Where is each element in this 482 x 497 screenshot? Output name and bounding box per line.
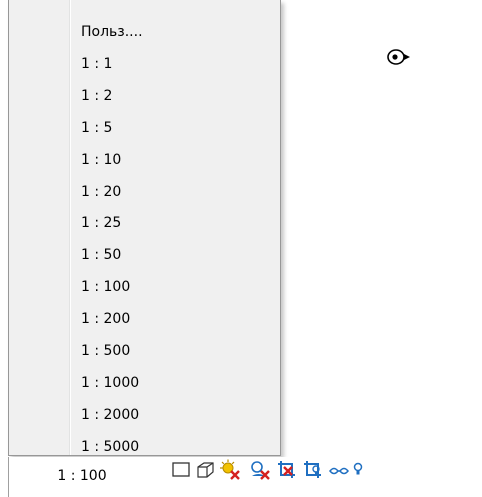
scale-menu-item[interactable]: 1 : 100	[71, 272, 277, 302]
detail-level-icon[interactable]	[170, 459, 192, 481]
scale-menu-item[interactable]: 1 : 2000	[71, 400, 277, 430]
scale-menu-item[interactable]: 1 : 1000	[71, 368, 277, 398]
temporary-hide-icon[interactable]	[328, 459, 350, 481]
status-bar-edge	[8, 457, 9, 497]
scale-menu-item[interactable]: 1 : 5	[71, 113, 277, 143]
sun-path-off-icon[interactable]	[219, 459, 241, 481]
scale-menu-item[interactable]: 1 : 200	[71, 304, 277, 334]
eye-orbit-cursor-icon	[387, 49, 410, 65]
menu-icon-gutter	[9, 0, 65, 455]
shadows-off-icon[interactable]	[249, 459, 271, 481]
scale-menu-item[interactable]: 1 : 1	[71, 49, 277, 79]
show-crop-region-icon[interactable]	[302, 459, 324, 481]
view-scale-button[interactable]: 1 : 100	[12, 457, 152, 497]
scale-menu-item[interactable]: 1 : 25	[71, 208, 277, 238]
view-control-bar: 1 : 100	[0, 457, 482, 497]
reveal-hidden-icon[interactable]	[352, 459, 364, 481]
scale-menu-item[interactable]: Польз....	[71, 17, 277, 47]
scale-menu-item[interactable]: 1 : 10	[71, 145, 277, 175]
scale-menu-item[interactable]: 1 : 2	[71, 81, 277, 111]
scale-menu-item[interactable]: 1 : 500	[71, 336, 277, 366]
scale-menu-item[interactable]: 1 : 20	[71, 177, 277, 207]
scale-menu-item[interactable]: 1 : 50	[71, 240, 277, 270]
crop-view-off-icon[interactable]	[276, 459, 298, 481]
scale-dropdown-menu: Польз.... 1 : 11 : 21 : 51 : 10 1 : 20 1 : …	[8, 0, 281, 456]
visual-style-cube-icon[interactable]	[194, 459, 216, 481]
